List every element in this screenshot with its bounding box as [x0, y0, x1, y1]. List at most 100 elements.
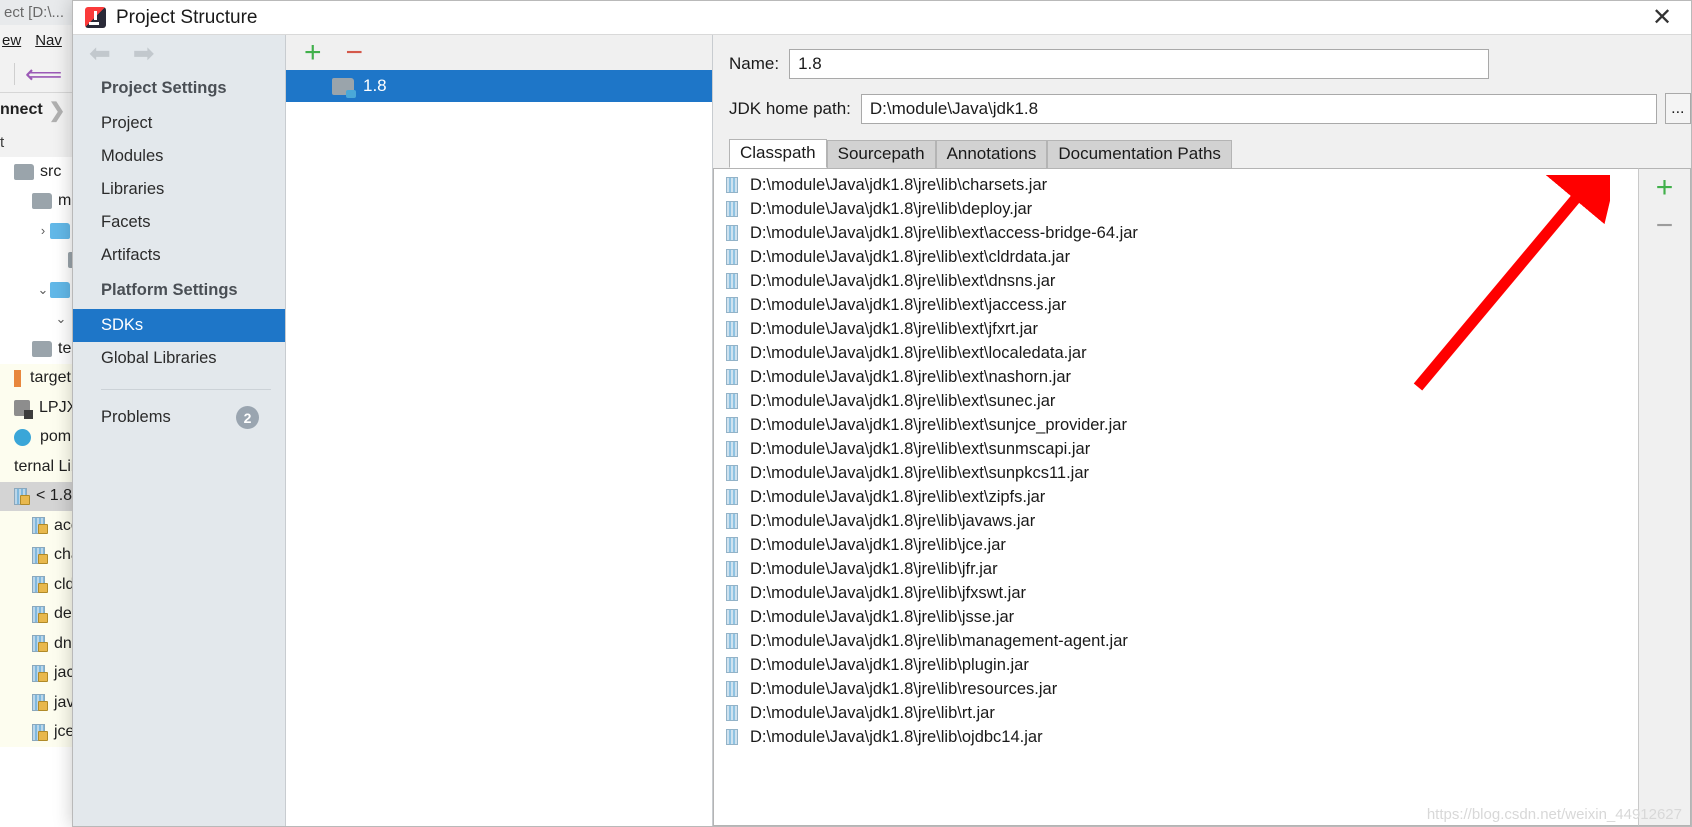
classpath-row-label: D:\module\Java\jdk1.8\jre\lib\ext\sunec.…: [750, 391, 1056, 410]
classpath-row-label: D:\module\Java\jdk1.8\jre\lib\jfr.jar: [750, 559, 998, 578]
sidebar-item-libraries[interactable]: Libraries: [73, 173, 285, 206]
folder-blue-icon: [50, 222, 70, 239]
classpath-row[interactable]: D:\module\Java\jdk1.8\jre\lib\jce.jar: [714, 533, 1638, 557]
jar-file-icon: [726, 489, 738, 505]
add-classpath-button[interactable]: +: [1656, 173, 1674, 203]
classpath-row[interactable]: D:\module\Java\jdk1.8\jre\lib\deploy.jar: [714, 197, 1638, 221]
close-icon[interactable]: ✕: [1633, 1, 1691, 34]
jar-file-icon: [726, 585, 738, 601]
jar-icon: [32, 635, 48, 653]
classpath-row[interactable]: D:\module\Java\jdk1.8\jre\lib\resources.…: [714, 677, 1638, 701]
sidebar-item-modules[interactable]: Modules: [73, 140, 285, 173]
classpath-row-label: D:\module\Java\jdk1.8\jre\lib\ext\jacces…: [750, 295, 1067, 314]
jar-icon: [32, 605, 48, 623]
classpath-row-label: D:\module\Java\jdk1.8\jre\lib\ext\nashor…: [750, 367, 1071, 386]
classpath-row[interactable]: D:\module\Java\jdk1.8\jre\lib\management…: [714, 629, 1638, 653]
browse-button[interactable]: ...: [1664, 93, 1691, 124]
back-arrow-icon[interactable]: ⟸: [25, 61, 62, 87]
menu-item-navigate[interactable]: Nav: [35, 32, 62, 49]
add-sdk-button[interactable]: +: [304, 37, 322, 67]
classpath-row[interactable]: D:\module\Java\jdk1.8\jre\lib\ext\sunmsc…: [714, 437, 1638, 461]
jar-file-icon: [726, 633, 738, 649]
classpath-row[interactable]: D:\module\Java\jdk1.8\jre\lib\charsets.j…: [714, 173, 1638, 197]
jar-icon: [14, 487, 30, 505]
menu-item-view[interactable]: ew: [2, 32, 21, 49]
sdk-items: 1.8: [286, 70, 712, 102]
editor-tab-label[interactable]: t: [0, 134, 4, 151]
classpath-row-label: D:\module\Java\jdk1.8\jre\lib\ext\sunpkc…: [750, 463, 1090, 482]
classpath-row[interactable]: D:\module\Java\jdk1.8\jre\lib\javaws.jar: [714, 509, 1638, 533]
jdk-folder-icon: [332, 77, 356, 98]
classpath-row[interactable]: D:\module\Java\jdk1.8\jre\lib\ojdbc14.ja…: [714, 725, 1638, 749]
jar-file-icon: [726, 393, 738, 409]
classpath-row[interactable]: D:\module\Java\jdk1.8\jre\lib\ext\sunec.…: [714, 389, 1638, 413]
sidebar-divider: [101, 389, 271, 390]
sidebar-item-problems[interactable]: Problems 2: [73, 400, 285, 435]
jar-file-icon: [726, 345, 738, 361]
classpath-row[interactable]: D:\module\Java\jdk1.8\jre\lib\ext\nashor…: [714, 365, 1638, 389]
watermark-text: https://blog.csdn.net/weixin_44912627: [1426, 806, 1682, 823]
classpath-row[interactable]: D:\module\Java\jdk1.8\jre\lib\jfxswt.jar: [714, 581, 1638, 605]
jar-file-icon: [726, 417, 738, 433]
classpath-row[interactable]: D:\module\Java\jdk1.8\jre\lib\ext\sunpkc…: [714, 461, 1638, 485]
jar-icon: [32, 517, 48, 535]
jar-file-icon: [726, 465, 738, 481]
nav-forward-arrow-icon[interactable]: ➡: [133, 40, 155, 66]
sidebar-item-sdks[interactable]: SDKs: [73, 309, 285, 342]
jar-file-icon: [726, 561, 738, 577]
folder-gray-icon: [32, 193, 52, 210]
folder-gray-icon: [14, 163, 34, 180]
twisty-icon[interactable]: ›: [36, 223, 50, 238]
intellij-idea-icon: [85, 7, 106, 28]
classpath-row-label: D:\module\Java\jdk1.8\jre\lib\javaws.jar: [750, 511, 1036, 530]
sidebar-item-facets[interactable]: Facets: [73, 206, 285, 239]
twisty-icon[interactable]: ⌄: [54, 311, 68, 327]
sidebar-item-project[interactable]: Project: [73, 107, 285, 140]
module-icon: [14, 399, 33, 419]
jdk-home-input[interactable]: D:\module\Java\jdk1.8: [860, 93, 1657, 124]
jar-icon: [32, 694, 48, 712]
tab-annotations[interactable]: Annotations: [935, 140, 1048, 168]
classpath-row[interactable]: D:\module\Java\jdk1.8\jre\lib\ext\dnsns.…: [714, 269, 1638, 293]
classpath-row[interactable]: D:\module\Java\jdk1.8\jre\lib\ext\sunjce…: [714, 413, 1638, 437]
jar-icon: [32, 576, 48, 594]
remove-classpath-button[interactable]: −: [1656, 211, 1674, 241]
jar-icon: [32, 546, 48, 564]
settings-sidebar: ⬅ ➡ Project Settings Project Modules Librar…: [73, 35, 286, 826]
tab-sourcepath[interactable]: Sourcepath: [826, 140, 936, 168]
classpath-row[interactable]: D:\module\Java\jdk1.8\jre\lib\ext\jfxrt.…: [714, 317, 1638, 341]
name-input[interactable]: 1.8: [789, 49, 1490, 79]
sidebar-toolbar: ⬅ ➡: [73, 35, 285, 70]
classpath-row[interactable]: D:\module\Java\jdk1.8\jre\lib\jsse.jar: [714, 605, 1638, 629]
classpath-row[interactable]: D:\module\Java\jdk1.8\jre\lib\ext\access…: [714, 221, 1638, 245]
tab-classpath[interactable]: Classpath: [729, 139, 827, 168]
sdk-list-item[interactable]: 1.8: [286, 70, 712, 102]
twisty-icon[interactable]: ⌄: [36, 282, 50, 298]
detail-tabs: Classpath Sourcepath Annotations Documentat…: [713, 139, 1691, 168]
dialog-body: ⬅ ➡ Project Settings Project Modules Librar…: [73, 34, 1691, 826]
classpath-list[interactable]: D:\module\Java\jdk1.8\jre\lib\charsets.j…: [713, 168, 1638, 826]
tab-documentation-paths[interactable]: Documentation Paths: [1047, 140, 1232, 168]
jar-file-icon: [726, 705, 738, 721]
classpath-row[interactable]: D:\module\Java\jdk1.8\jre\lib\plugin.jar: [714, 653, 1638, 677]
classpath-row[interactable]: D:\module\Java\jdk1.8\jre\lib\ext\jacces…: [714, 293, 1638, 317]
folder-gray-icon: [32, 340, 52, 357]
jar-file-icon: [726, 609, 738, 625]
remove-sdk-button[interactable]: −: [346, 37, 364, 67]
nav-back-arrow-icon[interactable]: ⬅: [89, 40, 111, 66]
classpath-row-label: D:\module\Java\jdk1.8\jre\lib\jce.jar: [750, 535, 1006, 554]
classpath-row[interactable]: D:\module\Java\jdk1.8\jre\lib\jfr.jar: [714, 557, 1638, 581]
classpath-row[interactable]: D:\module\Java\jdk1.8\jre\lib\ext\locale…: [714, 341, 1638, 365]
name-label: Name:: [729, 54, 780, 73]
sidebar-item-label-problems: Problems: [101, 408, 171, 426]
jar-file-icon: [726, 201, 738, 217]
sidebar-item-global-libraries[interactable]: Global Libraries: [73, 342, 285, 375]
classpath-row[interactable]: D:\module\Java\jdk1.8\jre\lib\ext\cldrda…: [714, 245, 1638, 269]
breadcrumb-text[interactable]: nnect: [0, 101, 43, 119]
classpath-side-toolbar: + −: [1638, 168, 1691, 826]
classpath-row[interactable]: D:\module\Java\jdk1.8\jre\lib\ext\zipfs.…: [714, 485, 1638, 509]
jar-file-icon: [726, 321, 738, 337]
classpath-row[interactable]: D:\module\Java\jdk1.8\jre\lib\rt.jar: [714, 701, 1638, 725]
sidebar-item-artifacts[interactable]: Artifacts: [73, 239, 285, 272]
name-field-row: Name: 1.8: [713, 35, 1691, 79]
